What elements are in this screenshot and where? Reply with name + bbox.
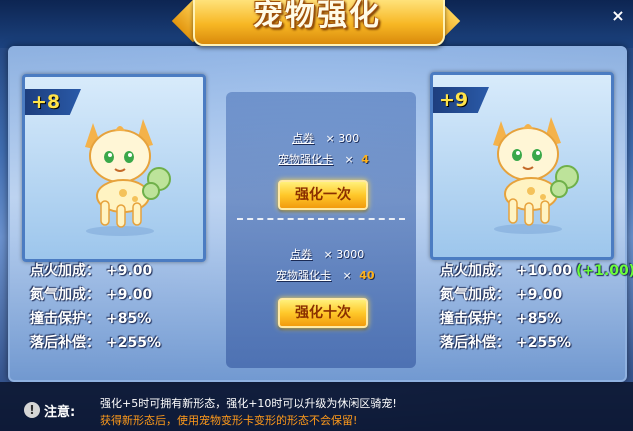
stat-value: +9.00 [106,287,153,303]
stat-row-catchup: 落后补偿： +255% [440,331,633,355]
info-icon: ! [24,402,40,418]
current-pet-card: +8 [22,74,206,262]
stat-row-nitro: 氮气加成： +9.00 [30,283,161,307]
stat-value: +85% [106,311,152,327]
ten-card-cost: 宠物强化卡 × 40 [276,267,375,283]
stat-value: +85% [516,311,562,327]
coupon-label: 点券 [292,132,314,145]
stat-row-catchup: 落后补偿： +255% [30,331,161,355]
close-button[interactable]: × [608,6,628,26]
stat-value: +9.00 [516,287,563,303]
stat-bonus: (+1.00) [576,263,633,279]
stat-row-collision: 撞击保护： +85% [30,307,161,331]
coupon-amount: × 3000 [323,248,365,261]
stat-value: +255% [516,335,571,351]
notice-line-1: 强化+5时可拥有新形态，强化+10时可以升级为休闲区骑宠! [100,397,397,410]
stat-value: +10.00 [516,263,573,279]
next-stats: 点火加成： +10.00 (+1.00) 氮气加成： +9.00 撞击保护： +85% … [440,259,633,355]
notice-line-2: 获得新形态后，使用宠物变形卡变形的形态不会保留! [100,414,358,427]
once-card-cost: 宠物强化卡 × 4 [278,151,369,167]
stat-label: 点火加成： [440,263,510,279]
enhance-once-button[interactable]: 强化一次 [278,180,368,210]
card-mult: × [344,153,354,166]
coupon-amount: × 300 [325,132,360,145]
current-stats: 点火加成： +9.00 氮气加成： +9.00 撞击保护： +85% 落后补偿： +25… [30,259,161,355]
card-label: 宠物强化卡 [276,269,331,282]
pet-image [85,119,171,236]
stat-row-collision: 撞击保护： +85% [440,307,633,331]
stat-label: 落后补偿： [440,335,510,351]
ten-coupon-cost: 点券 × 3000 [290,246,364,262]
notice-label: 注意: [44,405,76,420]
dialog-title: 宠物强化 [253,0,381,33]
stat-label: 落后补偿： [30,335,100,351]
card-amount: 40 [359,269,375,282]
pet-image [493,117,579,234]
stat-label: 氮气加成： [30,287,100,303]
stat-label: 撞击保护： [440,311,510,327]
stat-label: 撞击保护： [30,311,100,327]
enhance-ten-button[interactable]: 强化十次 [278,298,368,328]
stat-row-ignition: 点火加成： +10.00 (+1.00) [440,259,633,283]
next-pet-card: +9 [430,72,614,260]
once-coupon-cost: 点券 × 300 [292,130,359,146]
stat-label: 氮气加成： [440,287,510,303]
stat-value: +255% [106,335,161,351]
card-label: 宠物强化卡 [278,153,333,166]
coupon-label: 点券 [290,248,312,261]
card-mult: × [342,269,352,282]
stat-row-nitro: 氮气加成： +9.00 [440,283,633,307]
stat-value: +9.00 [106,263,153,279]
divider [237,218,405,220]
stat-label: 点火加成： [30,263,100,279]
card-amount: 4 [361,153,369,166]
stat-row-ignition: 点火加成： +9.00 [30,259,161,283]
